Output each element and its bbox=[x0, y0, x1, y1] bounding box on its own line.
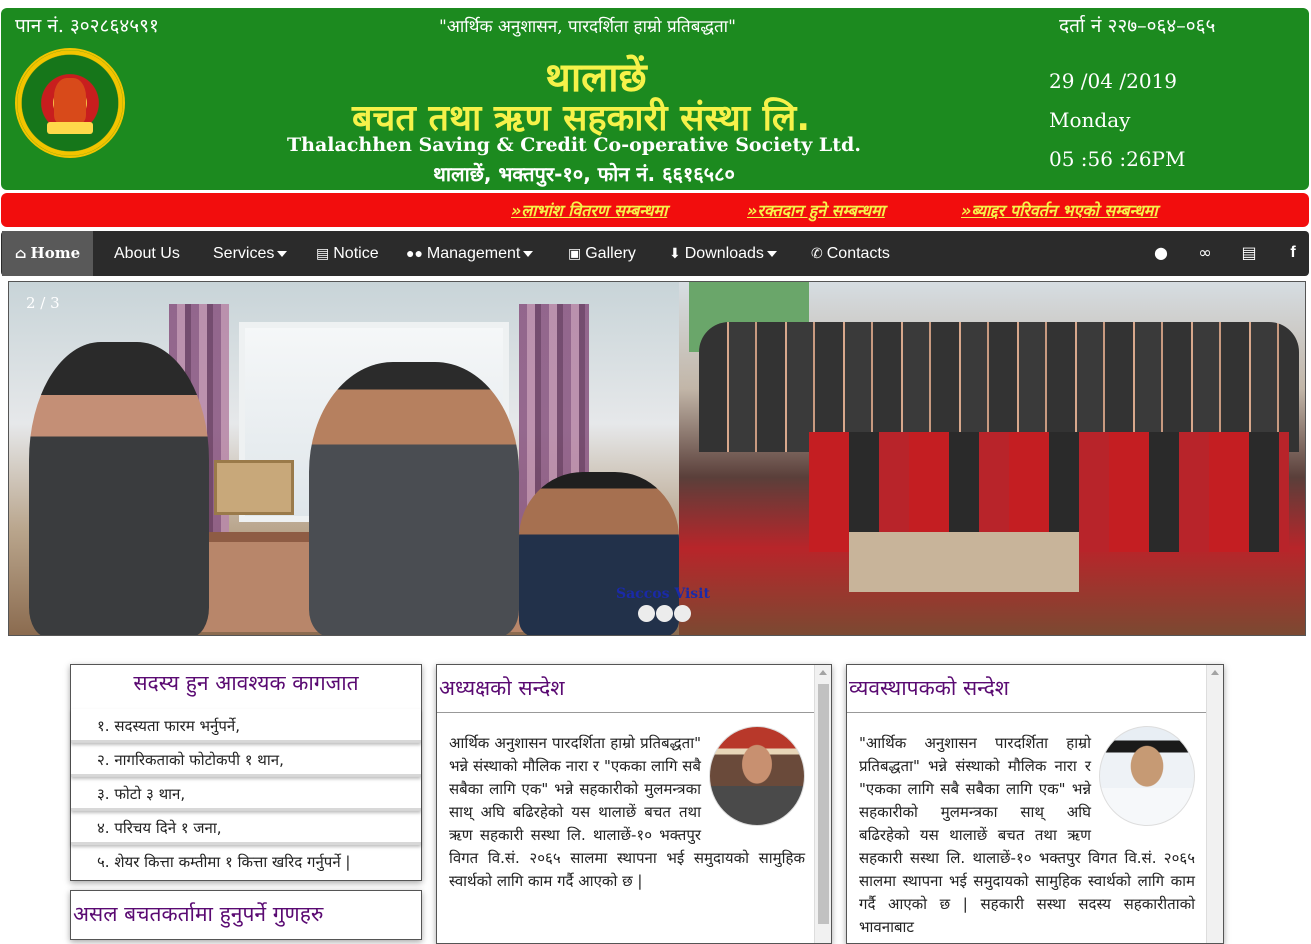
download-icon: ⬇ bbox=[669, 245, 681, 261]
required-documents-list: १. सदस्यता फारम भर्नुपर्ने, २. नागरिकताक… bbox=[71, 709, 421, 879]
carousel-dot[interactable] bbox=[656, 605, 673, 622]
site-header: पान नं. ३०२८६४५९१ "आर्थिक अनुशासन, पारदर… bbox=[1, 8, 1309, 190]
home-icon: ⌂ bbox=[14, 246, 27, 262]
current-day: Monday bbox=[1049, 108, 1131, 132]
divider bbox=[847, 712, 1207, 713]
nav-management-dropdown[interactable]: ●● Management bbox=[406, 231, 534, 276]
chairman-message-panel: अध्यक्षको सन्देश आर्थिक अनुशासन पारदर्शि… bbox=[436, 664, 832, 944]
nav-notice-label: Notice bbox=[333, 245, 379, 262]
slide-counter: 2 / 3 bbox=[26, 294, 60, 312]
manager-photo bbox=[1099, 726, 1195, 826]
list-item: १. सदस्यता फारम भर्नुपर्ने, bbox=[71, 709, 421, 743]
slide-caption: Saccos Visit bbox=[616, 586, 710, 602]
scrollbar[interactable] bbox=[1206, 665, 1223, 943]
nav-about[interactable]: About Us bbox=[114, 231, 180, 276]
list-item: ५. शेयर कित्ता कम्तीमा १ कित्ता खरिद गर्… bbox=[97, 853, 351, 871]
photo-table bbox=[849, 532, 1079, 592]
photo-person bbox=[309, 362, 519, 635]
file-icon: ▤ bbox=[316, 245, 330, 261]
carousel-dot[interactable] bbox=[674, 605, 691, 622]
org-title-english: Thalachhen Saving & Credit Co-operative … bbox=[287, 134, 861, 156]
slogan: "आर्थिक अनुशासन, पारदर्शिता हाम्रो प्रति… bbox=[439, 17, 736, 37]
facebook-icon[interactable]: f bbox=[1283, 243, 1303, 263]
caret-down-icon bbox=[523, 250, 534, 257]
nav-gallery-label: Gallery bbox=[585, 245, 636, 262]
chairman-photo bbox=[709, 726, 805, 826]
registration-number: दर्ता नं २२७–०६४–०६५ bbox=[1059, 15, 1216, 37]
news-ticker: »लाभांश वितरण सम्बन्धमा »रक्तदान हुने सम… bbox=[1, 193, 1309, 227]
nav-contacts[interactable]: ✆ Contacts bbox=[811, 231, 890, 276]
list-item: ३. फोटो ३ थान, bbox=[71, 777, 421, 811]
required-documents-title: सदस्य हुन आवश्यक कागजात bbox=[133, 671, 359, 695]
scrollbar-thumb[interactable] bbox=[818, 684, 829, 924]
org-address: थालाछें, भक्तपुर-१०, फोन नं. ६६१६५८० bbox=[433, 162, 735, 186]
manager-message-title: व्यवस्थापकको सन्देश bbox=[849, 676, 1010, 700]
nav-notice[interactable]: ▤ Notice bbox=[316, 231, 379, 276]
chairman-message-title: अध्यक्षको सन्देश bbox=[439, 676, 565, 700]
nav-about-label: About Us bbox=[114, 245, 180, 262]
manager-message-panel: व्यवस्थापकको सन्देश "आर्थिक अनुशासन पारद… bbox=[846, 664, 1224, 944]
link-icon[interactable]: ∞ bbox=[1195, 243, 1215, 263]
divider bbox=[437, 712, 815, 713]
ticker-link-dividend[interactable]: »लाभांश वितरण सम्बन्धमा bbox=[511, 199, 667, 221]
ticker-link-interest-rate[interactable]: »ब्याद्दर परिवर्तन भएको सम्बन्धमा bbox=[961, 199, 1158, 221]
newspaper-icon[interactable]: ▤ bbox=[1239, 243, 1259, 263]
list-item: २. नागरिकताको फोटोकपी १ थान, bbox=[71, 743, 421, 777]
users-icon: ●● bbox=[406, 245, 423, 261]
phone-icon: ✆ bbox=[811, 245, 823, 261]
caret-down-icon bbox=[277, 250, 288, 257]
scrollbar[interactable] bbox=[814, 665, 831, 943]
image-carousel[interactable]: 2 / 3 Saccos Visit bbox=[8, 281, 1306, 636]
list-item: ४. परिचय दिने १ जना, bbox=[71, 811, 421, 845]
current-time: 05 :56 :26PM bbox=[1049, 147, 1186, 171]
slide-photo-award bbox=[9, 282, 679, 635]
nav-gallery[interactable]: ▣ Gallery bbox=[568, 231, 636, 276]
main-navbar: ⌂ Home About Us Services ▤ Notice ●● Manage… bbox=[1, 231, 1309, 276]
nav-services-label: Services bbox=[213, 245, 275, 262]
manager-message-body: "आर्थिक अनुशासन पारदर्शिता हाम्रो प्रतिब… bbox=[859, 726, 1195, 939]
scroll-up-arrow-icon[interactable] bbox=[1211, 670, 1219, 675]
nav-management-label: Management bbox=[426, 245, 521, 262]
comment-icon[interactable]: ● bbox=[1151, 243, 1171, 263]
nav-home[interactable]: ⌂ Home bbox=[2, 231, 93, 276]
good-saver-qualities-title: असल बचतकर्तामा हुनुपर्ने गुणहरु bbox=[73, 902, 324, 926]
photo-person bbox=[29, 342, 209, 635]
nav-home-label: Home bbox=[30, 244, 81, 262]
chairman-message-body: आर्थिक अनुशासन पारदर्शिता हाम्रो प्रतिबद… bbox=[449, 726, 805, 893]
ticker-link-blood-donation[interactable]: »रक्तदान हुने सम्बन्धमा bbox=[747, 199, 885, 221]
scroll-up-arrow-icon[interactable] bbox=[819, 670, 827, 675]
nav-services-dropdown[interactable]: Services bbox=[213, 231, 288, 276]
nav-downloads-label: Downloads bbox=[684, 245, 764, 262]
image-icon: ▣ bbox=[568, 245, 582, 261]
caret-down-icon bbox=[766, 250, 777, 257]
nav-contacts-label: Contacts bbox=[826, 245, 890, 262]
required-documents-panel: सदस्य हुन आवश्यक कागजात १. सदस्यता फारम … bbox=[70, 664, 422, 881]
carousel-dot[interactable] bbox=[638, 605, 655, 622]
current-date: 29 /04 /2019 bbox=[1049, 69, 1177, 93]
pan-number: पान नं. ३०२८६४५९१ bbox=[15, 15, 159, 37]
nav-downloads-dropdown[interactable]: ⬇ Downloads bbox=[669, 231, 777, 276]
carousel-indicators bbox=[638, 605, 692, 626]
photo-plaque bbox=[214, 460, 294, 515]
good-saver-qualities-panel: असल बचतकर्तामा हुनुपर्ने गुणहरु bbox=[70, 890, 422, 940]
